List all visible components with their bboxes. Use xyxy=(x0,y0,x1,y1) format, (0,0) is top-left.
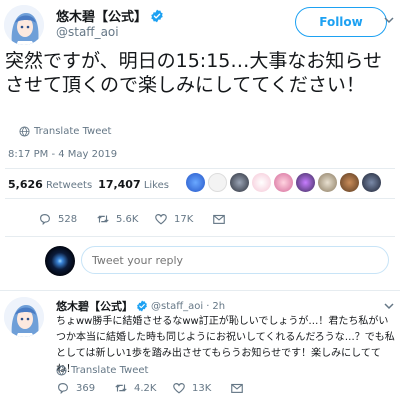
envelope-icon xyxy=(231,383,243,393)
reply-icon xyxy=(58,383,68,395)
reply-count: 369 xyxy=(76,382,96,394)
viewer-avatar[interactable] xyxy=(45,246,75,276)
liker-avatar[interactable] xyxy=(296,173,315,192)
reply-author-avatar[interactable] xyxy=(4,297,44,337)
reply-icon xyxy=(40,214,50,226)
direct-message-button[interactable] xyxy=(212,212,270,226)
reply-age[interactable]: 2h xyxy=(212,301,225,312)
reply-author-display-name[interactable]: 悠木碧【公式】 xyxy=(56,298,133,314)
avatar-illustration xyxy=(4,5,44,45)
author-name-row: 悠木碧【公式】 xyxy=(56,6,164,25)
likers-avatar-row xyxy=(186,173,381,192)
reply-composer xyxy=(45,242,395,280)
retweet-button[interactable]: 5.6K xyxy=(96,212,154,226)
liker-avatar[interactable] xyxy=(340,173,359,192)
reply-translate-link[interactable]: Translate Tweet xyxy=(56,365,148,376)
liker-avatar[interactable] xyxy=(230,173,249,192)
chevron-down-icon[interactable] xyxy=(383,300,395,312)
reply-count: 528 xyxy=(58,213,78,225)
main-tweet: 悠木碧【公式】 @staff_aoi Follow 突然ですが、明日の15:15… xyxy=(0,0,400,296)
author-handle[interactable]: @staff_aoi xyxy=(56,25,119,39)
globe-icon xyxy=(19,126,30,137)
heart-icon xyxy=(173,383,185,394)
divider xyxy=(5,168,395,169)
avatar-illustration xyxy=(4,297,44,337)
retweets-label: Retweets xyxy=(45,180,93,191)
reply-button[interactable]: 369 xyxy=(56,381,114,395)
likes-stat[interactable]: 17,407 Likes xyxy=(98,178,169,191)
liker-avatar[interactable] xyxy=(252,173,271,192)
retweet-count: 4.2K xyxy=(134,382,157,394)
heart-icon xyxy=(155,214,167,225)
engagement-stats: 5,626 Retweets 17,407 Likes xyxy=(8,178,169,191)
tweet-timestamp[interactable]: 8:17 PM - 4 May 2019 xyxy=(8,149,117,160)
verified-badge-icon xyxy=(151,9,163,22)
tweet-action-bar: 528 5.6K 17K xyxy=(38,212,270,226)
like-button[interactable]: 13K xyxy=(172,381,230,395)
chevron-down-icon[interactable] xyxy=(383,14,395,26)
liker-avatar[interactable] xyxy=(186,173,205,192)
retweet-icon xyxy=(97,215,109,223)
divider xyxy=(5,236,395,237)
translate-label: Translate Tweet xyxy=(71,365,149,376)
author-display-name[interactable]: 悠木碧【公式】 xyxy=(56,6,147,25)
liker-avatar[interactable] xyxy=(208,173,227,192)
reply-button[interactable]: 528 xyxy=(38,212,96,226)
divider xyxy=(5,198,395,199)
separator-dot: · xyxy=(206,300,210,312)
verified-badge-icon xyxy=(137,300,147,312)
retweet-icon xyxy=(115,384,127,392)
reply-author-handle[interactable]: @staff_aoi xyxy=(151,301,203,312)
translate-tweet-link[interactable]: Translate Tweet xyxy=(19,126,111,137)
likes-label: Likes xyxy=(143,180,169,191)
translate-label: Translate Tweet xyxy=(34,126,112,137)
globe-icon xyxy=(56,365,67,376)
retweet-count: 5.6K xyxy=(116,213,139,225)
reply-author-row: 悠木碧【公式】 @staff_aoi · 2h xyxy=(56,298,225,314)
liker-avatar[interactable] xyxy=(362,173,381,192)
direct-message-button[interactable] xyxy=(230,381,288,395)
avatar[interactable] xyxy=(4,5,44,45)
liker-avatar[interactable] xyxy=(274,173,293,192)
liker-avatar[interactable] xyxy=(318,173,337,192)
retweets-count: 5,626 xyxy=(8,178,43,191)
reply-action-bar: 369 4.2K 13K xyxy=(56,381,288,395)
divider xyxy=(0,290,400,291)
retweet-button[interactable]: 4.2K xyxy=(114,381,172,395)
reply-input[interactable] xyxy=(81,246,389,274)
like-button[interactable]: 17K xyxy=(154,212,212,226)
retweets-stat[interactable]: 5,626 Retweets xyxy=(8,178,92,191)
likes-count: 17,407 xyxy=(98,178,141,191)
tweet-text: 突然ですが、明日の15:15…大事なお知らせさせて頂くので楽しみにしててください… xyxy=(5,50,382,96)
like-count: 17K xyxy=(174,213,194,225)
follow-button[interactable]: Follow xyxy=(295,7,387,37)
like-count: 13K xyxy=(192,382,212,394)
envelope-icon xyxy=(213,214,225,224)
